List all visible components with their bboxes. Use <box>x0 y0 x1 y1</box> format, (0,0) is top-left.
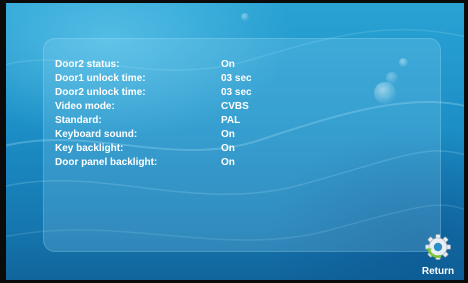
setting-value: PAL <box>221 115 241 126</box>
setting-value: On <box>221 129 235 140</box>
setting-label: Video mode: <box>55 101 115 112</box>
gear-icon <box>425 234 451 260</box>
setting-row-video-mode: Video mode: CVBS <box>55 101 355 113</box>
return-label: Return <box>421 266 455 277</box>
setting-value: On <box>221 157 235 168</box>
decorative-bubble <box>241 13 249 21</box>
return-button[interactable]: Return <box>416 233 460 277</box>
setting-label: Keyboard sound: <box>55 129 138 140</box>
setting-row-keyboard-sound: Keyboard sound: On <box>55 129 355 141</box>
setting-value: On <box>221 59 235 70</box>
setting-label: Standard: <box>55 115 102 126</box>
setting-row-standard: Standard: PAL <box>55 115 355 127</box>
setting-label: Door panel backlight: <box>55 157 158 168</box>
setting-label: Door2 status: <box>55 59 120 70</box>
setting-row-door1-unlock-time: Door1 unlock time: 03 sec <box>55 73 355 85</box>
setting-value: 03 sec <box>221 73 252 84</box>
setting-label: Key backlight: <box>55 143 124 154</box>
setting-row-key-backlight: Key backlight: On <box>55 143 355 155</box>
settings-screen: Door2 status: On Door1 unlock time: 03 s… <box>0 0 468 283</box>
setting-value: CVBS <box>221 101 249 112</box>
setting-row-door2-unlock-time: Door2 unlock time: 03 sec <box>55 87 355 99</box>
setting-label: Door1 unlock time: <box>55 73 146 84</box>
setting-row-door-panel-backlight: Door panel backlight: On <box>55 157 355 169</box>
setting-value: 03 sec <box>221 87 252 98</box>
setting-row-door2-status: Door2 status: On <box>55 59 355 71</box>
setting-value: On <box>221 143 235 154</box>
setting-label: Door2 unlock time: <box>55 87 146 98</box>
